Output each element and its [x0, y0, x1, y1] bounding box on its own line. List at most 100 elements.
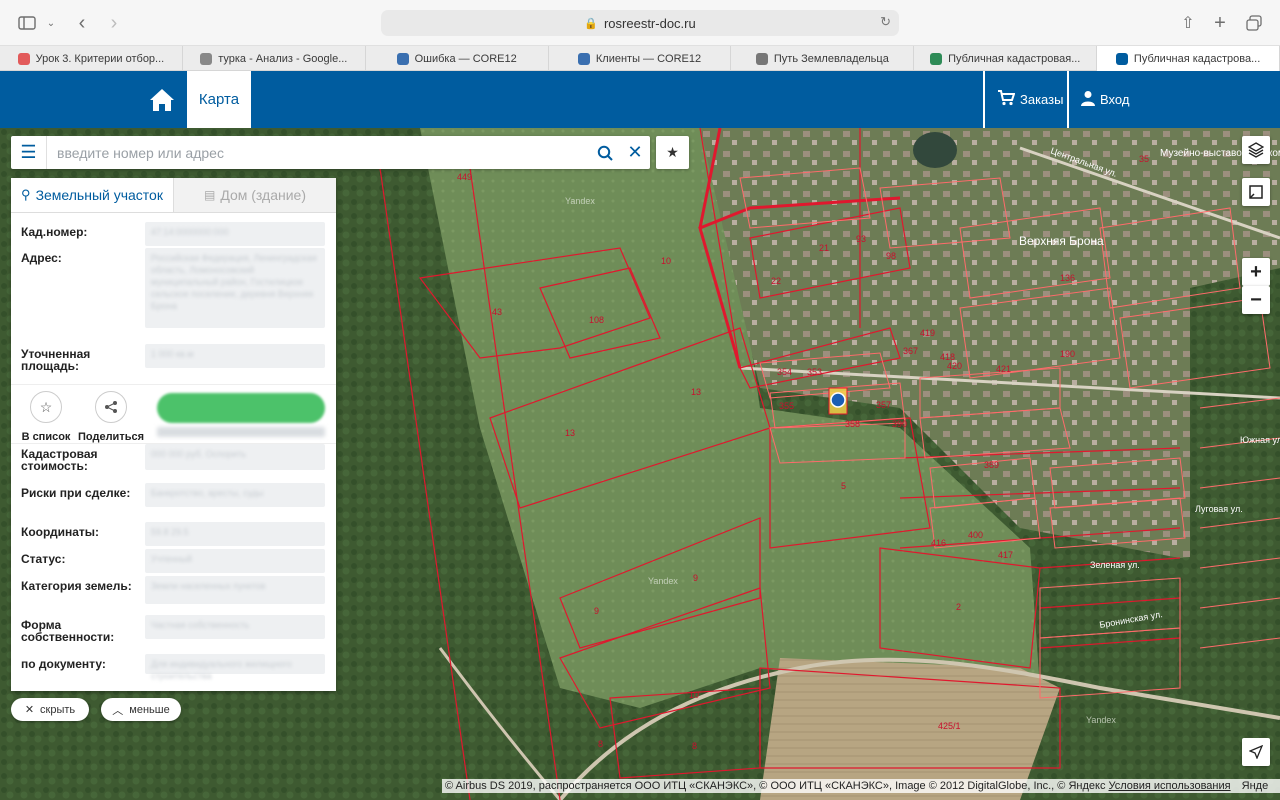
search-input[interactable] — [47, 144, 590, 161]
plot-number-label: 419 — [920, 328, 935, 338]
blurred-value-text: Частная собственность — [151, 620, 250, 630]
reload-icon[interactable]: ↻ — [880, 14, 891, 30]
village-label: Верхняя Брона — [1019, 234, 1104, 248]
user-icon — [1081, 90, 1095, 109]
info-row-value: Российская Федерация, Ленинградская обла… — [145, 248, 325, 328]
plot-number-label: 10 — [661, 256, 671, 266]
plot-number-label: 43 — [492, 307, 502, 317]
plot-number-label: 10 — [689, 690, 699, 700]
chevron-down-icon[interactable]: ⌄ — [44, 10, 58, 36]
sidebar-toggle-icon[interactable] — [16, 10, 38, 36]
panel-actions: ☆ В список Поделиться — [11, 384, 336, 444]
info-row-value: 47:14:0000000:000 — [145, 222, 325, 246]
browser-tab[interactable]: Клиенты — CORE12 — [549, 46, 732, 71]
map-tab[interactable]: Карта — [187, 71, 251, 128]
blurred-value-text: Учтенный — [151, 554, 192, 564]
blurred-value-text: 1 000 кв.м — [151, 349, 194, 359]
street-label-zelenaya: Зеленая ул. — [1090, 560, 1140, 570]
plot-number-label: 389 — [984, 460, 999, 470]
browser-tab[interactable]: Публичная кадастрова... — [1097, 46, 1280, 71]
plot-number-label: 367 — [903, 346, 918, 356]
yandex-label: Янде — [1241, 780, 1269, 792]
location-marker-icon — [830, 392, 846, 408]
layers-icon[interactable] — [1242, 136, 1270, 164]
back-icon[interactable]: ‹ — [72, 10, 92, 36]
favicon-icon — [755, 52, 768, 65]
plot-number-label: 357 — [876, 400, 891, 410]
browser-tab[interactable]: Урок 3. Критерии отбор... — [0, 46, 183, 71]
terms-link[interactable]: Условия использования — [1109, 780, 1231, 792]
share-icon[interactable]: ⇧ — [1178, 10, 1198, 36]
info-row-value: 000 000 руб. Оспорить — [145, 444, 325, 470]
browser-tabs: Урок 3. Критерии отбор... турка - Анализ … — [0, 46, 1280, 71]
blurred-note — [157, 427, 325, 437]
tab-overview-icon[interactable] — [1244, 10, 1264, 36]
info-row-value: Учтенный — [145, 549, 325, 573]
blurred-value-text: Российская Федерация, Ленинградская обла… — [151, 253, 317, 311]
orders-button[interactable]: Заказы — [983, 71, 1067, 128]
clear-icon[interactable]: ✕ — [620, 136, 650, 169]
pin-icon: ⚲ — [21, 187, 31, 202]
plot-number-label: 13 — [691, 387, 701, 397]
plot-number-label: 98 — [886, 251, 896, 261]
plot-number-label: 400 — [968, 530, 983, 540]
plot-number-label: 355 — [779, 401, 794, 411]
browser-tab[interactable]: Путь Землевладельца — [731, 46, 915, 71]
blurred-value-text: 000 000 руб. Оспорить — [151, 449, 246, 459]
info-row-label: Кадастровая стоимость: — [21, 447, 98, 473]
home-icon[interactable] — [140, 71, 184, 128]
hide-label: скрыть — [40, 703, 76, 716]
new-tab-icon[interactable]: + — [1210, 10, 1230, 36]
yandex-watermark: Yandex — [565, 196, 595, 206]
plot-number-label: 5 — [841, 481, 846, 491]
forward-icon[interactable]: › — [104, 10, 124, 36]
plot-number-label: 421 — [996, 364, 1011, 374]
browser-tab[interactable]: турка - Анализ - Google... — [183, 46, 366, 71]
info-row-label: Статус: — [21, 552, 66, 566]
less-button[interactable]: ︿ меньше — [101, 698, 181, 721]
geolocation-icon[interactable] — [1242, 738, 1270, 766]
search-icon[interactable] — [590, 136, 620, 169]
search-box: ☰ ✕ — [11, 136, 650, 169]
plot-number-label: 417 — [998, 550, 1013, 560]
hide-panel-button[interactable]: ✕ скрыть — [11, 698, 89, 721]
less-label: меньше — [129, 703, 170, 716]
menu-icon[interactable]: ☰ — [11, 136, 47, 169]
browser-tab[interactable]: Публичная кадастровая... — [914, 46, 1098, 71]
browser-tab-label: турка - Анализ - Google... — [218, 52, 348, 65]
address-bar[interactable]: 🔒 rosreestr-doc.ru ↻ — [381, 10, 899, 36]
info-row-value: Земли населенных пунктов — [145, 576, 325, 604]
plot-number-label: 190 — [1060, 349, 1075, 359]
map-copyright: © Airbus DS 2019, распространяется ООО И… — [442, 779, 1280, 793]
plot-number-label: 425/1 — [938, 721, 961, 731]
measure-icon[interactable] — [1242, 178, 1270, 206]
info-row-label: по документу: — [21, 657, 106, 671]
plot-number-label: 136 — [1060, 273, 1075, 283]
tab-house[interactable]: ▤ Дом (здание) — [174, 178, 336, 212]
favorites-star-icon[interactable]: ★ — [656, 136, 689, 169]
info-row-label: Уточненная площадь: — [21, 347, 91, 373]
plot-number-label: 108 — [589, 315, 604, 325]
plot-number-label: 9 — [594, 606, 599, 616]
plot-number-label: 21 — [819, 243, 829, 253]
url-text: rosreestr-doc.ru — [603, 15, 696, 31]
share-button[interactable]: Поделиться — [76, 391, 146, 443]
tab-land-plot[interactable]: ⚲ Земельный участок — [11, 178, 174, 212]
plot-number-label: 390 — [892, 419, 907, 429]
chevron-up-icon: ︿ — [112, 704, 124, 717]
add-object-button[interactable] — [157, 393, 325, 423]
site-header: Карта Заказы Вход — [0, 71, 1280, 128]
add-to-list-button[interactable]: ☆ В список — [11, 391, 81, 443]
login-button[interactable]: Вход — [1067, 71, 1147, 128]
plot-number-label: 353 — [807, 367, 822, 377]
info-row-value: 1 000 кв.м — [145, 344, 325, 368]
browser-tab-label: Публичная кадастрова... — [1133, 52, 1261, 65]
add-to-list-label: В список — [21, 431, 71, 443]
favicon-icon — [930, 52, 943, 65]
browser-tab[interactable]: Ошибка — CORE12 — [366, 46, 549, 71]
info-row-label: Адрес: — [21, 251, 62, 265]
zoom-in-button[interactable]: + — [1242, 258, 1270, 286]
zoom-out-button[interactable]: − — [1242, 286, 1270, 314]
yandex-watermark: Yandex — [1086, 715, 1116, 725]
street-label-lugovaya: Луговая ул. — [1195, 504, 1243, 514]
